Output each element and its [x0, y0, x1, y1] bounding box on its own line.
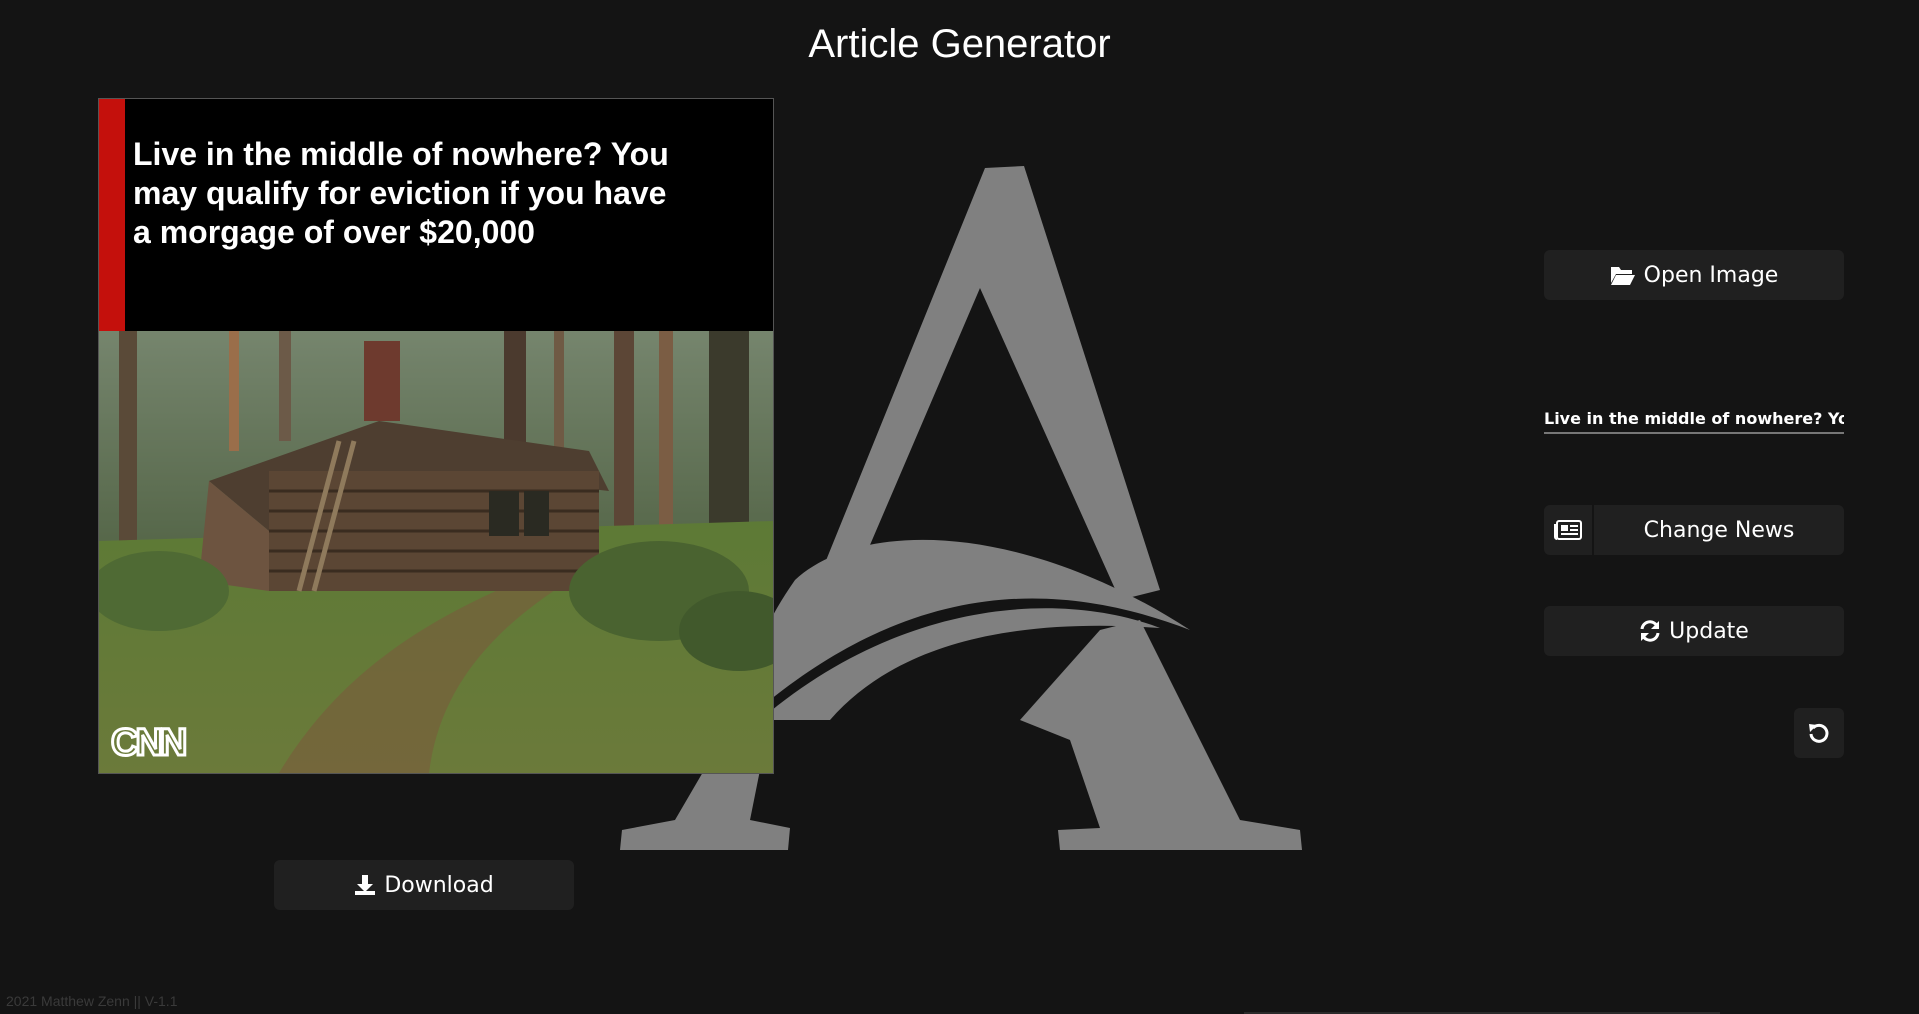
accent-bar [99, 99, 125, 331]
article-preview: Live in the middle of nowhere? You may q… [98, 98, 774, 774]
download-label: Download [384, 872, 494, 898]
app-root: Article Generator Live in the middle of … [0, 0, 1919, 1014]
open-image-button[interactable]: Open Image [1544, 250, 1844, 300]
cnn-logo-icon: CNN [110, 721, 190, 764]
change-news-select[interactable]: Change News [1544, 505, 1844, 555]
headline-input[interactable] [1544, 404, 1844, 434]
page-title: Article Generator [808, 22, 1111, 66]
reset-button[interactable] [1794, 708, 1844, 758]
footer-credit: 2021 Matthew Zenn || V-1.1 [6, 993, 178, 1009]
download-icon [354, 874, 376, 896]
download-button[interactable]: Download [274, 860, 574, 910]
undo-icon [1807, 721, 1831, 745]
change-news-label: Change News [1643, 517, 1795, 543]
headline-banner: Live in the middle of nowhere? You may q… [99, 99, 773, 331]
article-photo [99, 331, 773, 773]
refresh-icon [1639, 620, 1661, 642]
update-label: Update [1669, 618, 1749, 644]
svg-text:CNN: CNN [111, 722, 185, 763]
newspaper-icon [1544, 505, 1594, 555]
open-image-label: Open Image [1643, 262, 1779, 288]
update-button[interactable]: Update [1544, 606, 1844, 656]
folder-open-icon [1610, 264, 1636, 286]
article-headline: Live in the middle of nowhere? You may q… [133, 136, 669, 250]
